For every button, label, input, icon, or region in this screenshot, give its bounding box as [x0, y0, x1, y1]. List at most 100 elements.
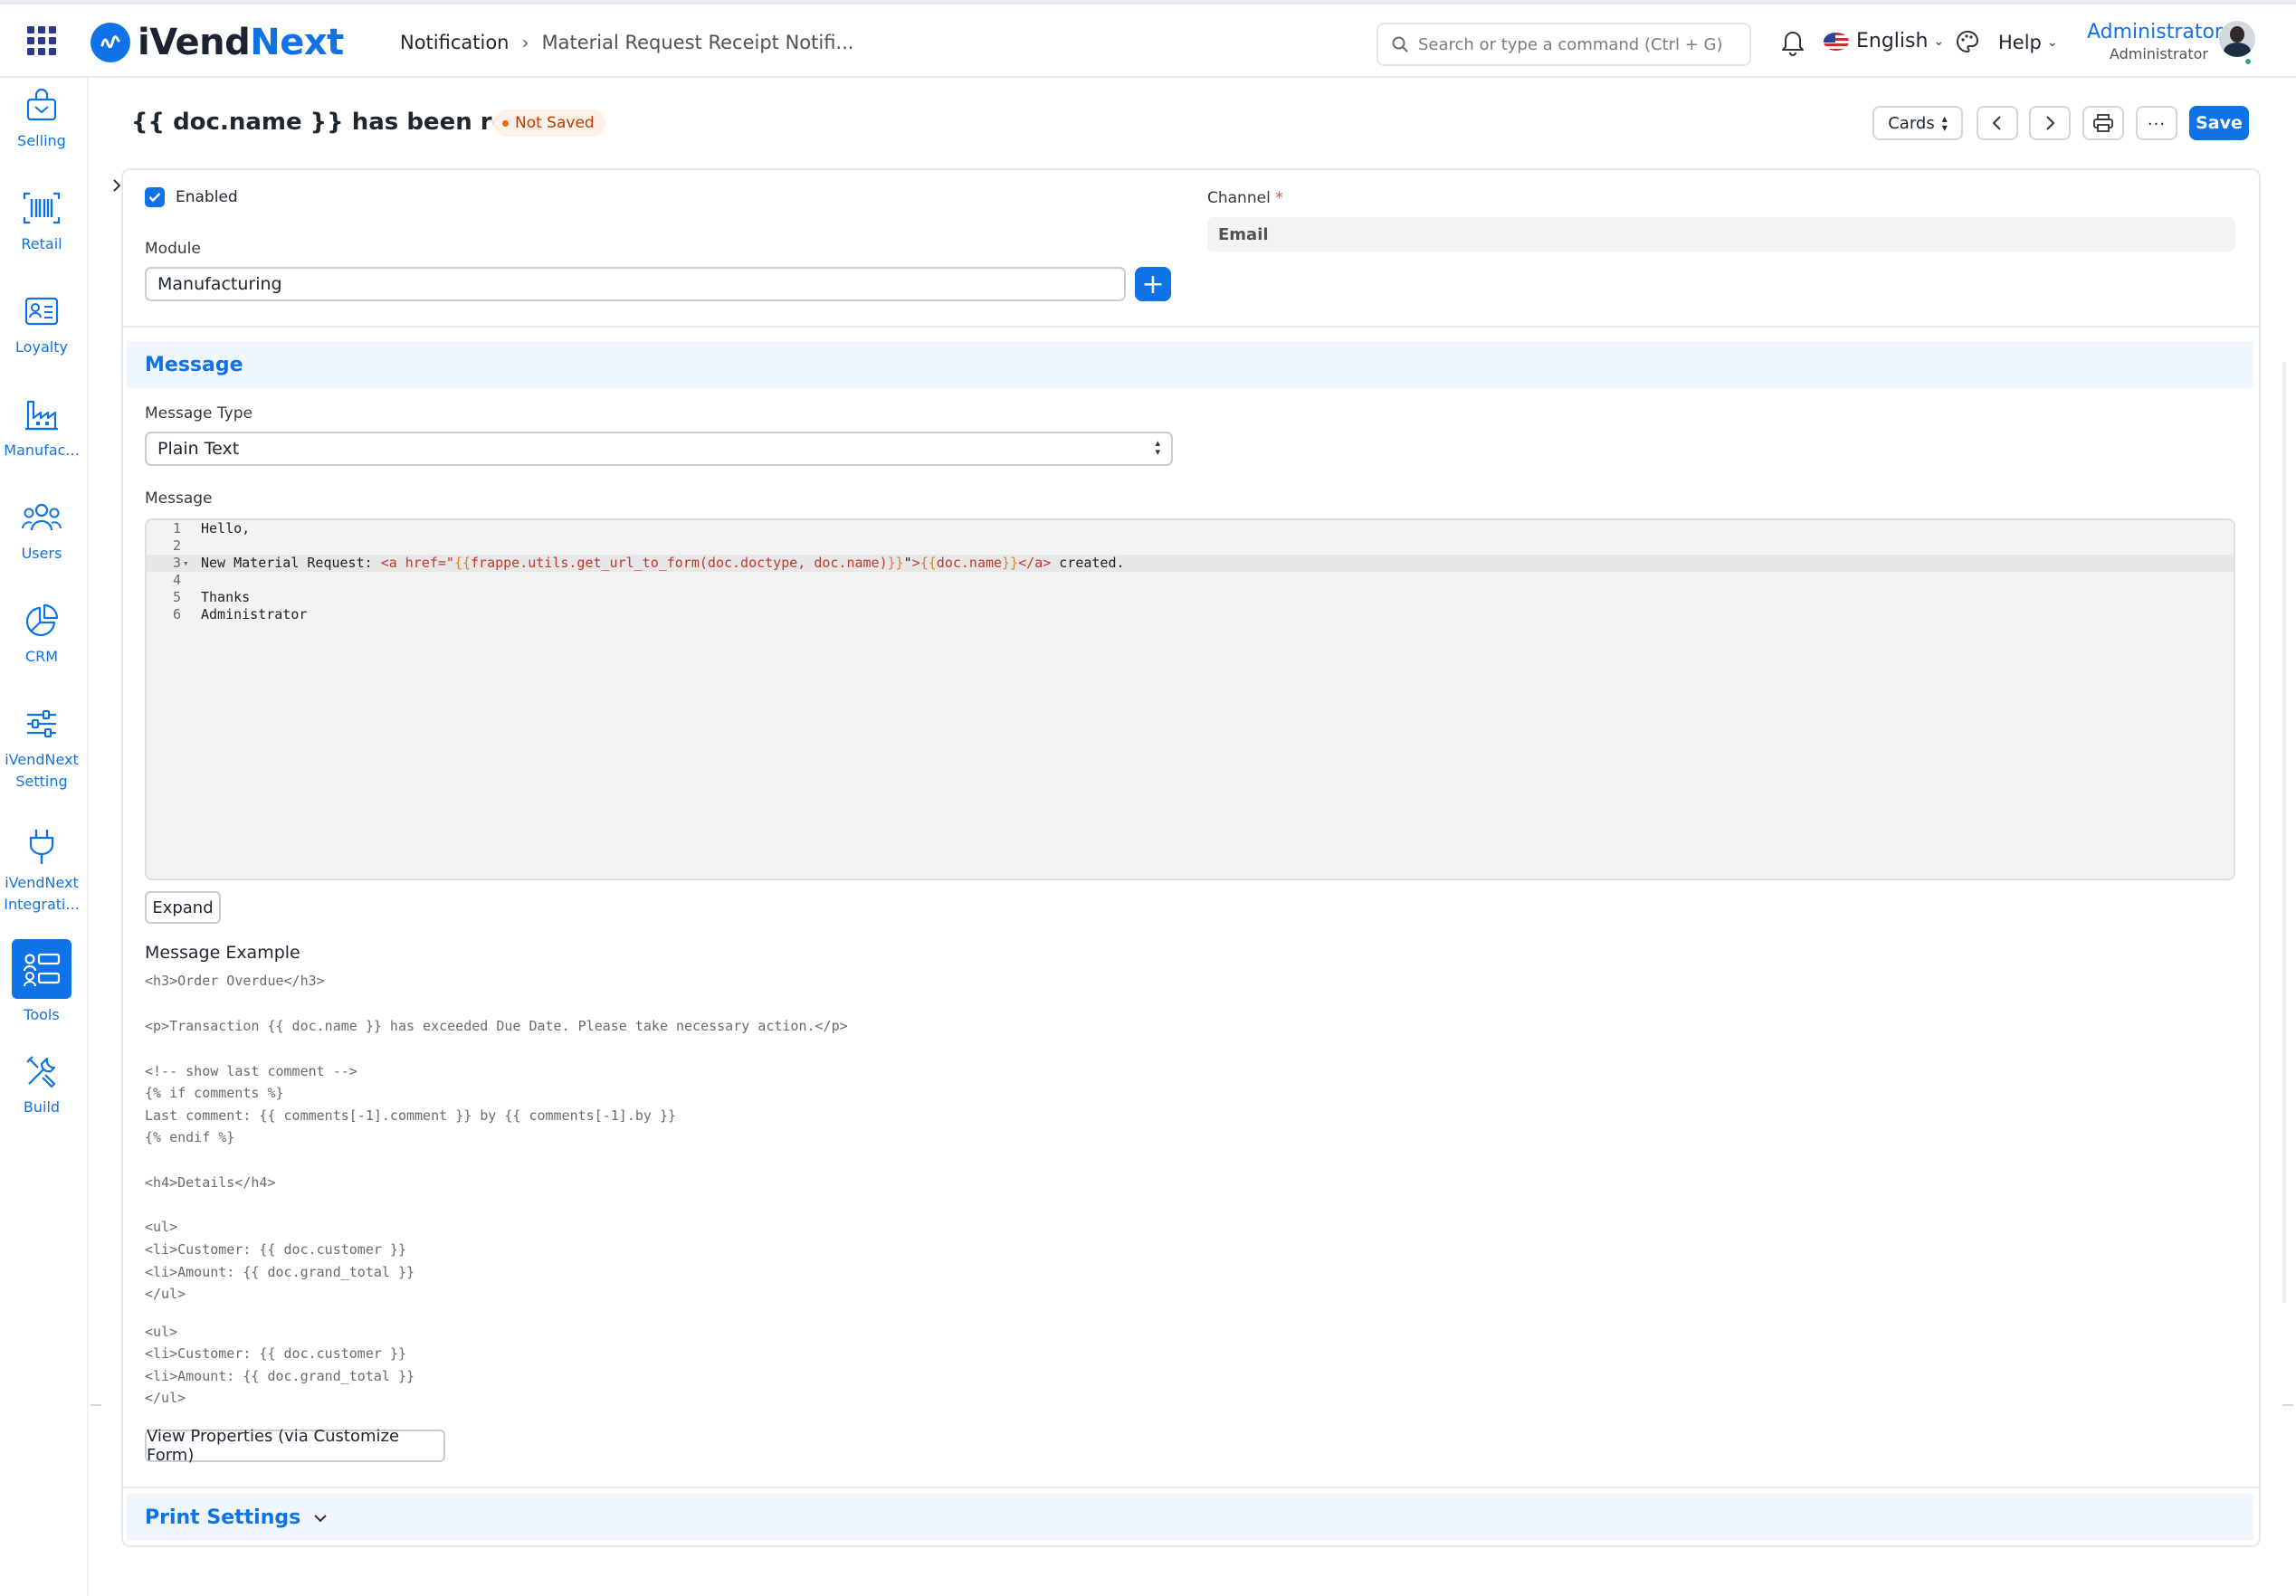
example-line: <!-- show last comment --> — [145, 1063, 357, 1079]
shop-bag-icon — [0, 85, 83, 125]
sidebar-item-label: CRM — [24, 648, 59, 665]
sidebar-item-build[interactable]: Build — [0, 1051, 83, 1118]
language-label: English — [1856, 30, 1929, 52]
chevron-right-icon — [2046, 116, 2055, 130]
code-line: 2 — [172, 537, 181, 554]
sidebar-item-label: Build — [23, 1098, 61, 1116]
example-line: <li>Amount: {{ doc.grand_total }} — [145, 1368, 415, 1384]
example-line: Last comment: {{ comments[-1].comment }}… — [145, 1107, 676, 1124]
sidebar-item-users[interactable]: Users — [0, 498, 83, 565]
chevron-left-icon — [1992, 116, 2001, 130]
apps-grid-icon[interactable] — [27, 26, 56, 55]
previous-doc-button[interactable] — [1977, 106, 2018, 140]
save-button[interactable]: Save — [2189, 106, 2249, 140]
edge-marker — [2282, 1404, 2293, 1406]
sliders-icon — [0, 704, 83, 744]
breadcrumb-current[interactable]: Material Request Receipt Notifi... — [542, 32, 854, 53]
sidebar-item-ivendnext-integration[interactable]: iVendNext Integrati... — [0, 827, 83, 916]
check-icon — [148, 193, 161, 203]
message-example-title: Message Example — [145, 943, 300, 963]
chevron-down-icon: ⌄ — [1933, 33, 1945, 49]
example-line: </ul> — [145, 1390, 186, 1406]
plug-icon — [0, 827, 83, 867]
message-section-header[interactable]: Message — [127, 341, 2253, 388]
add-module-button[interactable]: + — [1135, 267, 1171, 301]
tools-icon — [12, 939, 71, 999]
example-line: {% endif %} — [145, 1129, 235, 1145]
user-role: Administrator — [2109, 45, 2208, 62]
sidebar-item-crm[interactable]: CRM — [0, 601, 83, 668]
sidebar-item-ivendnext-setting[interactable]: iVendNext Setting — [0, 704, 83, 793]
sidebar-item-selling[interactable]: Selling — [0, 85, 83, 152]
example-line: </ul> — [145, 1286, 186, 1302]
next-doc-button[interactable] — [2029, 106, 2071, 140]
sidebar-item-tools[interactable]: Tools — [0, 939, 83, 1026]
sidebar-item-manufacturing[interactable]: Manufac... — [0, 394, 83, 461]
top-navbar: iVendNext Notification › Material Reques… — [0, 0, 2296, 78]
sidebar: Selling Retail Loyalty Manufac... Users … — [0, 78, 89, 1596]
breadcrumb-notification[interactable]: Notification — [400, 32, 510, 53]
view-select-label: Cards — [1888, 113, 1935, 133]
us-flag-icon — [1824, 32, 1849, 51]
sidebar-item-loyalty[interactable]: Loyalty — [0, 291, 83, 358]
sidebar-item-retail[interactable]: Retail — [0, 188, 83, 255]
code-line: 5 Thanks — [172, 589, 251, 605]
fold-arrow-icon[interactable]: ▾ — [183, 555, 189, 572]
notification-bell-icon[interactable] — [1779, 27, 1806, 60]
search-placeholder: Search or type a command (Ctrl + G) — [1418, 34, 1723, 54]
avatar[interactable] — [2219, 21, 2255, 57]
message-section-title: Message — [145, 354, 243, 376]
message-type-label: Message Type — [145, 404, 252, 423]
chevron-right-icon — [113, 179, 121, 192]
print-button[interactable] — [2082, 106, 2124, 140]
sidebar-item-label: Selling — [17, 132, 66, 149]
example-line: <ul> — [145, 1219, 178, 1235]
print-settings-section-header[interactable]: Print Settings — [127, 1494, 2253, 1541]
example-line: <li>Customer: {{ doc.customer }} — [145, 1345, 406, 1362]
logo[interactable]: iVendNext — [91, 21, 344, 64]
sidebar-toggle-button[interactable] — [110, 168, 124, 203]
message-type-value: Plain Text — [157, 439, 240, 459]
module-label: Module — [145, 240, 201, 258]
example-line: <ul> — [145, 1324, 178, 1340]
print-settings-title: Print Settings — [145, 1506, 328, 1529]
edge-marker — [91, 1404, 101, 1406]
enabled-checkbox[interactable] — [145, 187, 165, 207]
page-scrollbar[interactable] — [2282, 362, 2286, 1303]
code-line: 3 ▾ New Material Request: <a href="{{frapp… — [147, 555, 2234, 572]
message-type-select[interactable]: Plain Text ▴ ▾ — [145, 432, 1173, 466]
channel-label: Channel * — [1207, 189, 1283, 207]
logo-mark-icon — [91, 23, 130, 62]
message-code-editor[interactable]: 1 Hello, 2 3 ▾ New Material Request: <a hre… — [145, 518, 2235, 880]
module-field[interactable]: Manufacturing — [145, 267, 1126, 301]
example-line: <h3>Order Overdue</h3> — [145, 973, 325, 989]
breadcrumb: Notification › Material Request Receipt … — [400, 32, 853, 53]
plus-icon: + — [1141, 268, 1165, 300]
language-selector[interactable]: English ⌄ — [1824, 30, 1944, 52]
section-divider — [123, 326, 2259, 328]
breadcrumb-separator-icon: › — [521, 32, 529, 53]
sidebar-item-label: Manufac... — [4, 442, 80, 459]
sidebar-item-label: iVendNext Setting — [5, 751, 79, 790]
theme-palette-icon[interactable] — [1955, 29, 1980, 58]
expand-button[interactable]: Expand — [145, 891, 221, 924]
chevron-down-icon — [314, 1514, 327, 1522]
logo-text: iVendNext — [138, 22, 344, 63]
wrench-icon — [0, 1051, 83, 1091]
user-menu[interactable]: Administrator Administrator — [2087, 21, 2223, 62]
users-icon — [0, 498, 83, 537]
section-divider — [123, 1487, 2259, 1488]
sidebar-item-label: iVendNext Integrati... — [4, 874, 80, 913]
code-line: 6 Administrator — [172, 606, 308, 622]
code-line-3: New Material Request: <a href="{{frappe.… — [201, 555, 1125, 571]
factory-icon — [0, 394, 83, 434]
example-line: <li>Amount: {{ doc.grand_total }} — [145, 1264, 415, 1280]
help-menu[interactable]: Help ⌄ — [1998, 32, 2058, 53]
message-label: Message — [145, 489, 213, 508]
view-select-button[interactable]: Cards ▴ ▾ — [1872, 106, 1963, 140]
example-line: <h4>Details</h4> — [145, 1174, 276, 1191]
search-input[interactable]: Search or type a command (Ctrl + G) — [1377, 23, 1751, 66]
more-actions-button[interactable]: ... — [2136, 106, 2177, 140]
customize-form-button[interactable]: View Properties (via Customize Form) — [145, 1427, 445, 1465]
sidebar-item-label: Tools — [24, 1006, 60, 1023]
